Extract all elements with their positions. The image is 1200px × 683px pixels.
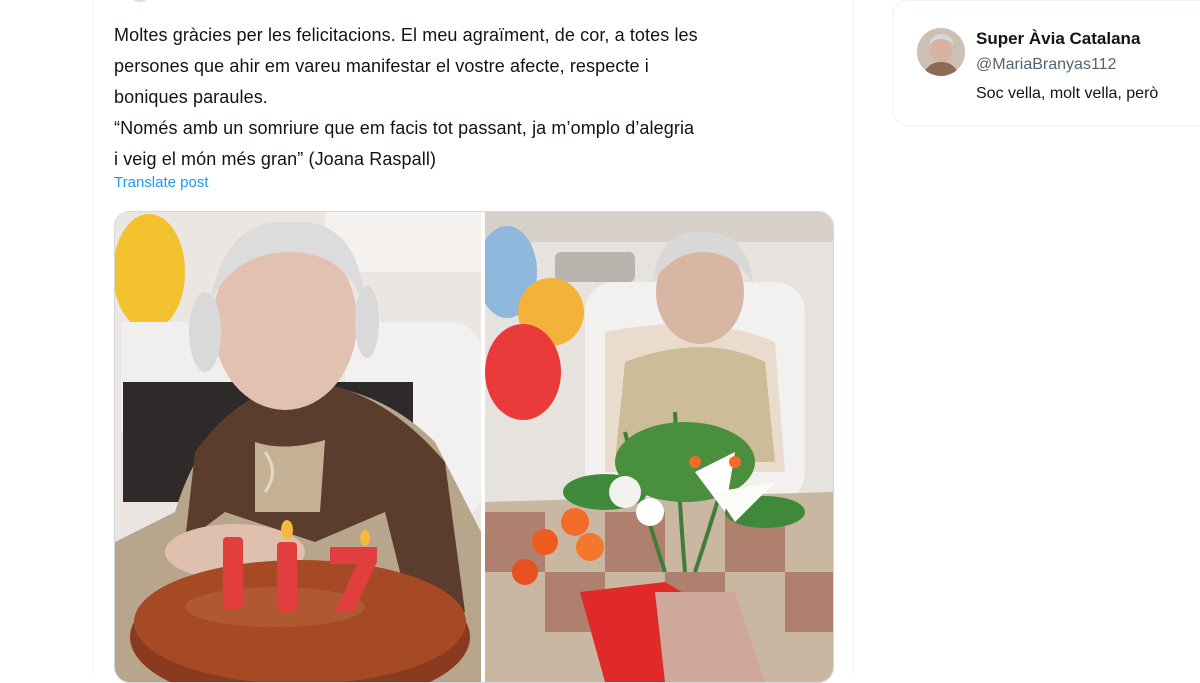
profile-bio: Soc vella, molt vella, però <box>976 85 1159 102</box>
post-text-line: Moltes gràcies per les felicitacions. El… <box>114 25 698 45</box>
profile-name[interactable]: Super Àvia Catalana <box>976 29 1140 49</box>
post-text-line: “Només amb un somriure que em facis tot … <box>114 118 695 138</box>
profile-avatar[interactable] <box>917 28 965 76</box>
post-text-line: i veig el món més gran” (Joana Raspall) <box>114 149 437 169</box>
profile-handle[interactable]: @MariaBranyas112 <box>976 56 1116 74</box>
post-text-line: persones que ahir em vareu manifestar el… <box>114 56 649 76</box>
photo-bouquet-balloons[interactable] <box>485 212 833 682</box>
translate-post-link[interactable]: Translate post <box>114 174 209 191</box>
photo-birthday-cake[interactable] <box>115 212 481 682</box>
post-text: Moltes gràcies per les felicitacions. El… <box>114 20 834 175</box>
post-media-grid <box>114 211 834 683</box>
post-text-line: boniques paraules. <box>114 87 268 107</box>
